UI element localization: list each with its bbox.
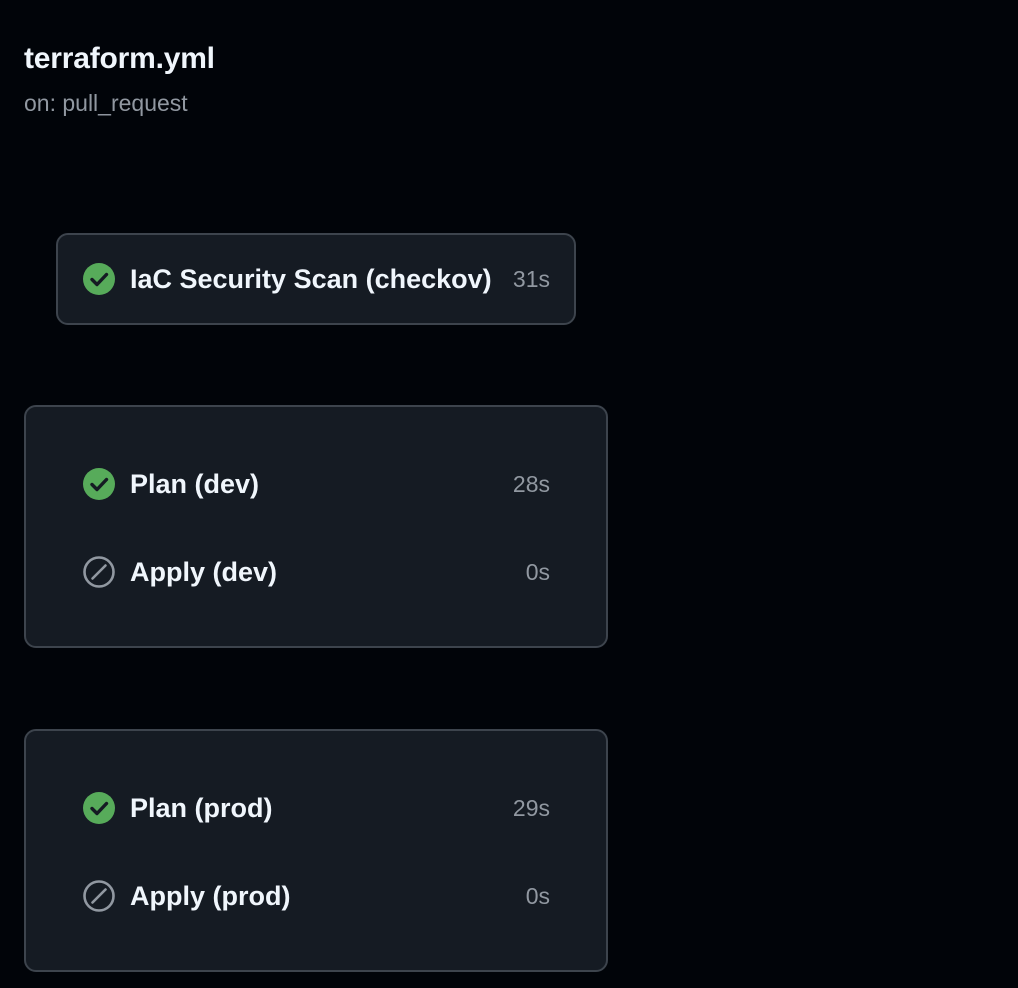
job-name: Apply (dev) [130,556,278,587]
job-name: IaC Security Scan (checkov) [130,263,492,294]
skip-icon [82,555,116,589]
job-card-security-scan[interactable]: IaC Security Scan (checkov) 31s [56,233,576,325]
job-name: Apply (prod) [130,880,291,911]
job-duration: 0s [525,558,550,585]
check-circle-icon [82,467,116,501]
workflow-title[interactable]: terraform.yml [24,42,215,76]
job-name: Plan (prod) [130,792,273,823]
job-duration: 31s [512,265,550,292]
job-duration: 0s [525,882,550,909]
job-duration: 28s [512,470,550,497]
job-group-dev: Plan (dev) 28s Apply (dev) 0s [24,405,608,648]
workflow-trigger: on: pull_request [24,90,188,116]
job-plan-dev[interactable]: Plan (dev) 28s [82,462,550,506]
job-duration: 29s [512,794,550,821]
skip-icon [82,879,116,913]
check-circle-icon [82,262,116,296]
job-name: Plan (dev) [130,468,260,499]
workflow-graph: terraform.yml on: pull_request IaC Secur… [0,0,1018,988]
job-apply-dev[interactable]: Apply (dev) 0s [82,550,550,594]
job-security-scan[interactable]: IaC Security Scan (checkov) 31s [82,257,550,301]
job-apply-prod[interactable]: Apply (prod) 0s [82,874,550,918]
check-circle-icon [82,791,116,825]
job-plan-prod[interactable]: Plan (prod) 29s [82,786,550,830]
job-group-prod: Plan (prod) 29s Apply (prod) 0s [24,729,608,972]
